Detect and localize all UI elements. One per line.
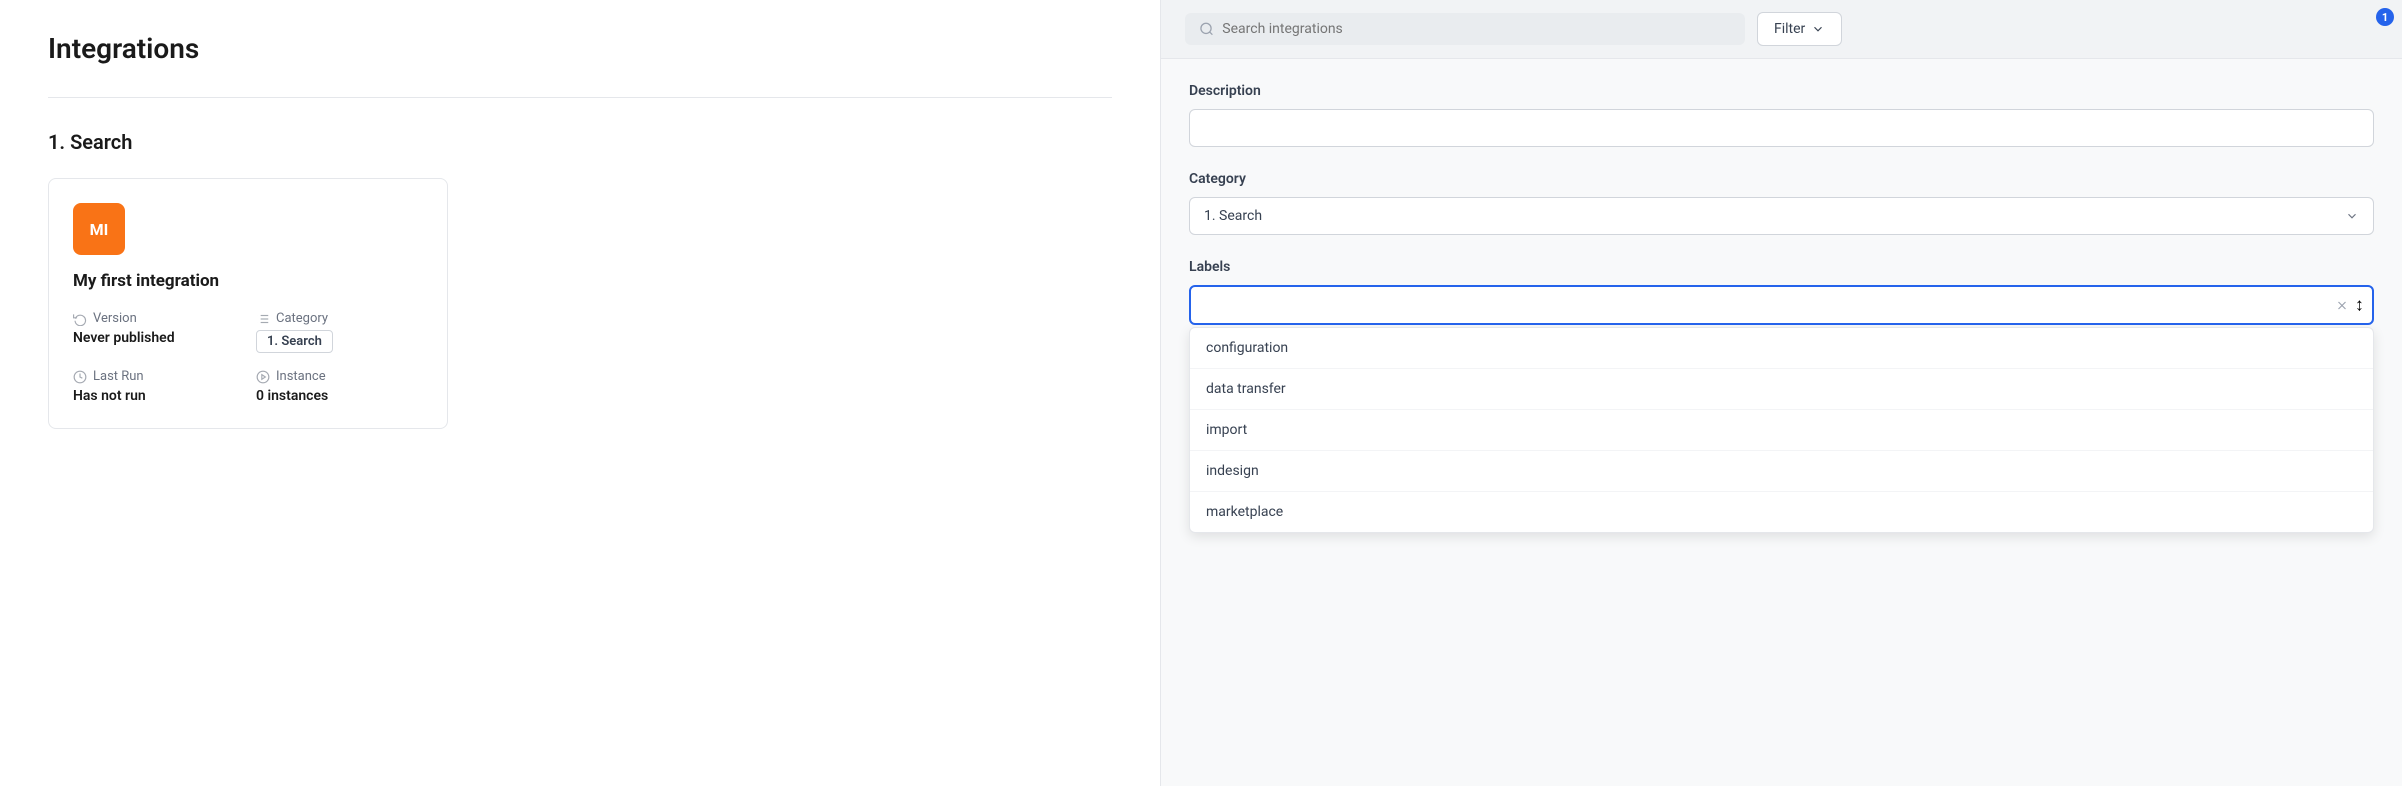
version-icon: [73, 312, 87, 326]
instance-label: Instance: [256, 369, 423, 384]
version-label: Version: [73, 311, 240, 326]
search-bar[interactable]: [1185, 13, 1745, 45]
category-label: Category: [256, 311, 423, 326]
category-badge-value: 1. Search: [256, 330, 423, 353]
section-divider: [48, 97, 1112, 98]
description-filter: Description: [1189, 83, 2374, 147]
main-content: Integrations 1. Search MI My first integ…: [0, 0, 1160, 786]
labels-input[interactable]: [1189, 285, 2374, 325]
cursor-pointer-icon: ↕: [2355, 295, 2364, 316]
version-meta: Version Never published: [73, 311, 240, 353]
dropdown-item-indesign[interactable]: indesign: [1190, 451, 2373, 492]
category-icon: [256, 312, 270, 326]
instance-meta: Instance 0 instances: [256, 369, 423, 404]
labels-input-wrapper: ↕: [1189, 285, 2374, 325]
dropdown-item-data-transfer[interactable]: data transfer: [1190, 369, 2373, 410]
select-chevron-icon: [2345, 209, 2359, 223]
category-filter-label: Category: [1189, 171, 2374, 187]
last-run-label: Last Run: [73, 369, 240, 384]
clock-icon: [73, 370, 87, 384]
right-panel: Filter 1 Description Category 1. Search …: [1160, 0, 2402, 786]
panel-body: Description Category 1. Search Labels: [1161, 59, 2402, 786]
labels-input-icons: ↕: [2335, 295, 2364, 316]
notification-badge: 1: [2376, 8, 2394, 26]
labels-filter: Labels ↕ configuration data transfer imp…: [1189, 259, 2374, 533]
labels-dropdown: configuration data transfer import indes…: [1189, 327, 2374, 533]
category-select[interactable]: 1. Search: [1189, 197, 2374, 235]
dropdown-item-marketplace[interactable]: marketplace: [1190, 492, 2373, 532]
instance-icon: [256, 370, 270, 384]
chevron-down-icon: [1811, 22, 1825, 36]
integration-card[interactable]: MI My first integration Version Never pu…: [48, 178, 448, 429]
clear-icon[interactable]: [2335, 298, 2349, 312]
integration-name: My first integration: [73, 271, 423, 291]
filter-button[interactable]: Filter: [1757, 12, 1842, 46]
section-title: 1. Search: [48, 130, 1112, 154]
integration-avatar: MI: [73, 203, 125, 255]
integration-meta: Version Never published Category: [73, 311, 423, 404]
version-value: Never published: [73, 330, 240, 346]
search-input[interactable]: [1222, 21, 1731, 37]
description-input[interactable]: [1189, 109, 2374, 147]
labels-filter-label: Labels: [1189, 259, 2374, 275]
dropdown-item-import[interactable]: import: [1190, 410, 2373, 451]
search-icon: [1199, 21, 1214, 37]
panel-header: Filter 1: [1161, 0, 2402, 59]
last-run-value: Has not run: [73, 388, 240, 404]
last-run-meta: Last Run Has not run: [73, 369, 240, 404]
page-title: Integrations: [48, 32, 1112, 65]
category-meta: Category 1. Search: [256, 311, 423, 353]
category-filter: Category 1. Search: [1189, 171, 2374, 235]
dropdown-item-configuration[interactable]: configuration: [1190, 328, 2373, 369]
instance-value: 0 instances: [256, 388, 423, 404]
description-label: Description: [1189, 83, 2374, 99]
